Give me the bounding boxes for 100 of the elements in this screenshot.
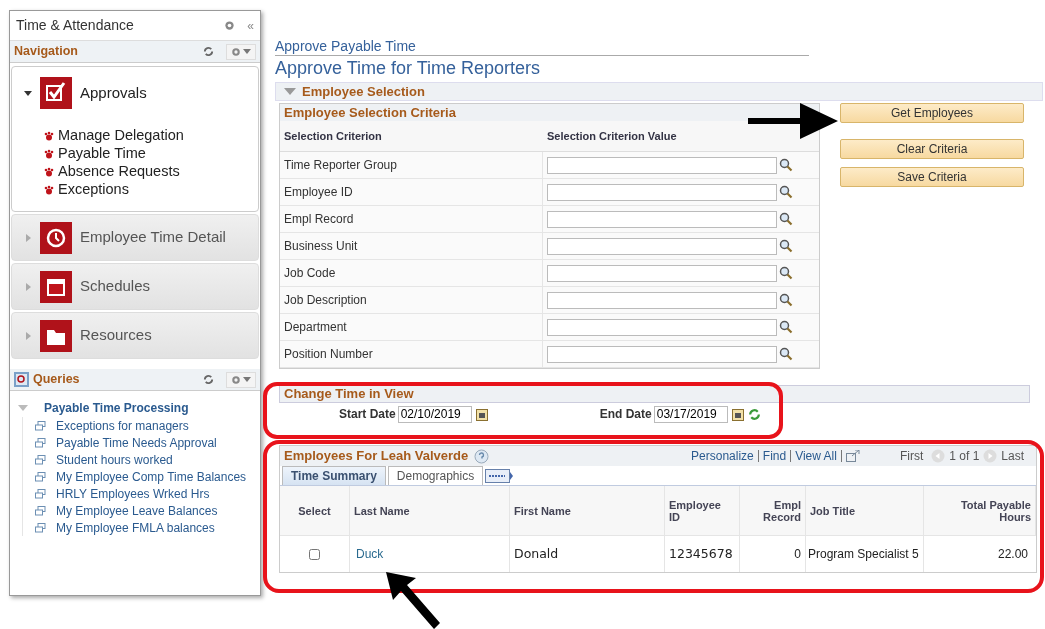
- expanded-triangle-icon[interactable]: [24, 89, 32, 97]
- navigation-group[interactable]: Resources: [11, 312, 259, 359]
- field-label: Start Date: [339, 406, 396, 423]
- query-icon: [35, 454, 46, 465]
- query-link[interactable]: My Employee Comp Time Balances: [56, 470, 251, 483]
- query-folder-label[interactable]: Payable Time Processing: [44, 399, 189, 417]
- gear-icon[interactable]: [224, 20, 236, 31]
- input-field[interactable]: [547, 291, 777, 309]
- navigation-group-label: Employee Time Detail: [80, 227, 226, 248]
- search-icon[interactable]: [779, 320, 793, 334]
- input-field[interactable]: [547, 156, 777, 174]
- new-window-icon[interactable]: [845, 450, 860, 462]
- refresh-icon[interactable]: [203, 46, 214, 57]
- first-link[interactable]: First: [899, 447, 924, 465]
- column-header: Select: [298, 504, 331, 517]
- column-header: Total Payable Hours: [959, 498, 1031, 523]
- refresh-icon[interactable]: [747, 407, 761, 421]
- input-field[interactable]: [547, 345, 777, 363]
- paw-icon: [44, 167, 54, 177]
- table-cell-text: Program Specialist 5: [808, 546, 919, 563]
- criterion-label: Time Reporter Group: [280, 151, 543, 179]
- criterion-label: Employee ID: [280, 178, 543, 206]
- query-link[interactable]: Exceptions for managers: [56, 419, 251, 432]
- search-icon[interactable]: [779, 347, 793, 361]
- table-cell-text: 12345678: [669, 544, 733, 563]
- grid-tab[interactable]: Time Summary: [282, 466, 386, 485]
- query-link[interactable]: HRLY Employees Wrked Hrs: [56, 487, 251, 500]
- section-title: Change Time in View: [284, 385, 414, 404]
- show-all-columns-icon[interactable]: [485, 469, 514, 483]
- checkbox-icon: [40, 77, 72, 109]
- calendar-icon[interactable]: [475, 407, 488, 421]
- search-icon[interactable]: [779, 239, 793, 253]
- collapsed-triangle-icon[interactable]: [24, 282, 32, 291]
- query-icon: [35, 471, 46, 482]
- input-field[interactable]: [547, 183, 777, 201]
- query-link[interactable]: My Employee FMLA balances: [56, 521, 251, 534]
- row-checkbox[interactable]: [309, 548, 320, 560]
- date-field[interactable]: 03/17/2019: [653, 405, 728, 423]
- query-icon: [35, 437, 46, 448]
- column-header: Empl Record: [762, 498, 801, 523]
- action-button[interactable]: Get Employees: [840, 103, 1024, 123]
- page-title: Approve Time for Time Reporters: [275, 57, 542, 80]
- query-link[interactable]: My Employee Leave Balances: [56, 504, 251, 517]
- navigation-group-label: Resources: [80, 325, 152, 346]
- navigation-group[interactable]: Employee Time Detail: [11, 214, 259, 261]
- query-link[interactable]: Payable Time Needs Approval: [56, 436, 251, 449]
- table-cell-text: 22.00: [997, 546, 1028, 563]
- arrow-icon: [748, 103, 838, 139]
- table-cell-text: Donald: [514, 544, 559, 563]
- input-field[interactable]: [547, 264, 777, 282]
- date-field[interactable]: 02/10/2019: [397, 405, 472, 423]
- criterion-label: Job Description: [280, 286, 543, 314]
- calendar-icon[interactable]: [731, 407, 744, 421]
- criterion-label: Job Code: [280, 259, 543, 287]
- section-title: Employee Selection: [302, 82, 425, 101]
- input-field[interactable]: [547, 237, 777, 255]
- navigation-group-label: Approvals: [80, 82, 147, 103]
- refresh-icon[interactable]: [203, 374, 214, 385]
- paw-icon: [44, 185, 54, 195]
- column-header: First Name: [514, 504, 571, 517]
- caret-icon: [243, 49, 251, 54]
- queries-title: Queries: [33, 371, 80, 389]
- section-header[interactable]: Employee Selection: [275, 82, 1043, 101]
- paw-icon: [44, 131, 54, 141]
- navigation-group[interactable]: Approvals Manage Delegation Payable Time Absence Requests Exceptions: [11, 66, 259, 212]
- action-button[interactable]: Save Criteria: [840, 167, 1024, 187]
- last-name-link[interactable]: Duck: [356, 545, 384, 563]
- input-field[interactable]: [547, 318, 777, 336]
- query-icon: [35, 505, 46, 516]
- grid-link[interactable]: View All: [795, 447, 837, 465]
- column-header: Selection Criterion: [283, 128, 383, 144]
- settings-menu-button[interactable]: [226, 371, 256, 388]
- search-icon[interactable]: [779, 266, 793, 280]
- search-icon[interactable]: [779, 293, 793, 307]
- grid-tab[interactable]: Demographics: [387, 466, 484, 485]
- grid-link[interactable]: Personalize: [691, 447, 754, 465]
- folder-icon: [40, 319, 72, 352]
- grid-link[interactable]: Find: [762, 447, 787, 465]
- input-field[interactable]: [547, 210, 777, 228]
- query-icon: [35, 420, 46, 431]
- search-icon[interactable]: [779, 158, 793, 172]
- caret-icon: [243, 377, 251, 382]
- breadcrumb: Approve Payable Time: [275, 38, 809, 56]
- criteria-title: Employee Selection Criteria: [284, 103, 456, 122]
- query-link[interactable]: Student hours worked: [56, 453, 251, 466]
- search-icon[interactable]: [779, 212, 793, 226]
- navigation-group[interactable]: Schedules: [11, 263, 259, 310]
- collapsed-triangle-icon[interactable]: [24, 233, 32, 242]
- search-icon[interactable]: [779, 185, 793, 199]
- help-icon[interactable]: [474, 448, 490, 464]
- gear-icon: [231, 374, 241, 385]
- gear-icon: [231, 46, 241, 57]
- last-link[interactable]: Last: [1001, 447, 1024, 465]
- action-button[interactable]: Clear Criteria: [840, 139, 1024, 159]
- collapse-button[interactable]: «: [247, 16, 254, 35]
- field-label: End Date: [599, 406, 652, 423]
- collapsed-triangle-icon[interactable]: [24, 331, 32, 340]
- column-header: Selection Criterion Value: [546, 128, 678, 144]
- page-count: 1 of 1: [949, 448, 980, 465]
- settings-menu-button[interactable]: [226, 43, 256, 60]
